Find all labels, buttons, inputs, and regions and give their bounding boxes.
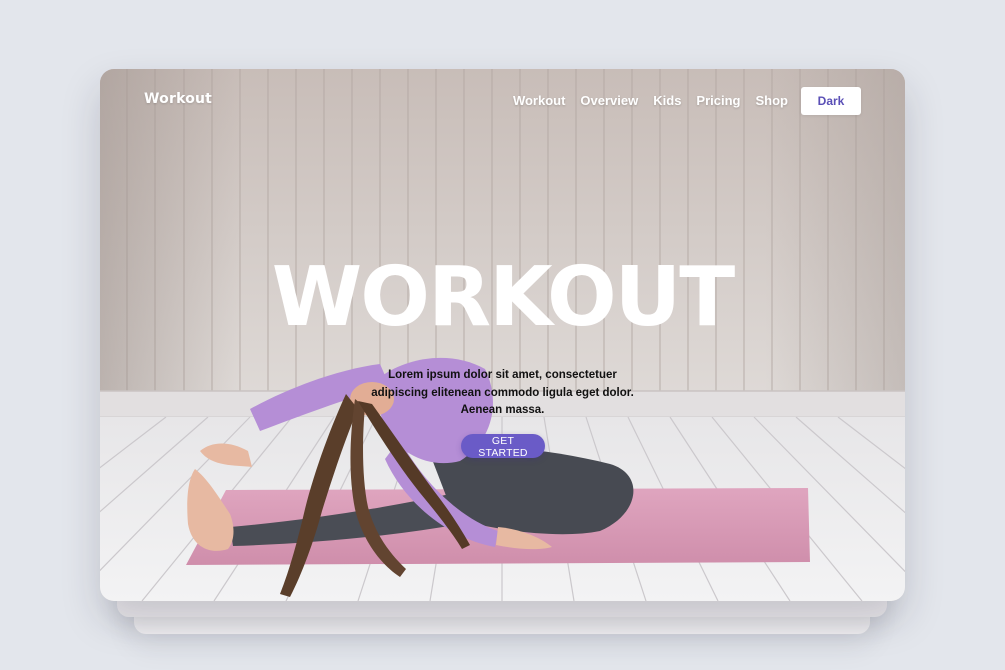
nav-link-workout[interactable]: Workout — [513, 93, 565, 108]
page-stage: Workout Workout Overview Kids Pricing Sh… — [0, 0, 1005, 670]
get-started-button[interactable]: GET STARTED — [461, 434, 545, 459]
nav-link-overview[interactable]: Overview — [580, 93, 638, 108]
hero-description: Lorem ipsum dolor sit amet, consectetuer… — [371, 369, 634, 416]
dark-mode-button[interactable]: Dark — [801, 87, 861, 115]
brand-logo[interactable]: Workout — [144, 91, 212, 107]
nav-link-kids[interactable]: Kids — [653, 93, 681, 108]
hero-card: Workout Workout Overview Kids Pricing Sh… — [100, 69, 905, 601]
main-navigation: Workout Overview Kids Pricing Shop — [513, 93, 788, 108]
nav-link-pricing[interactable]: Pricing — [696, 93, 740, 108]
hero-title: WORKOUT — [271, 250, 735, 345]
nav-link-shop[interactable]: Shop — [756, 93, 789, 108]
